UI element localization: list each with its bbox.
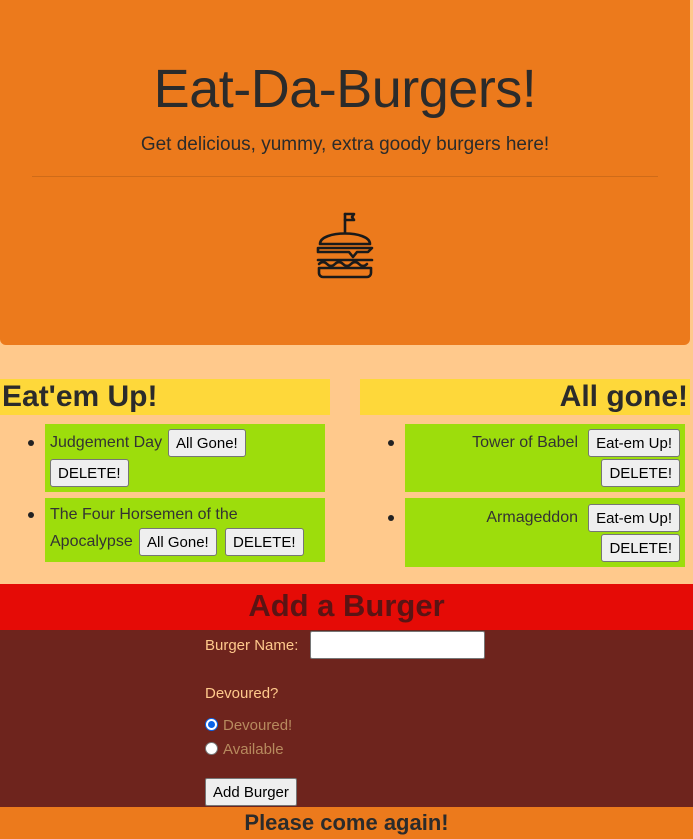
uneaten-heading: Eat'em Up! <box>0 379 330 415</box>
eat-em-up-button[interactable]: Eat-em Up! <box>588 429 680 457</box>
bullet <box>28 440 34 446</box>
delete-button[interactable]: DELETE! <box>601 459 680 487</box>
burger-name-input[interactable] <box>310 631 485 659</box>
burger-name-label: Burger Name: <box>205 637 299 654</box>
list-item: The Four Horsemen of the Apocalypse All … <box>45 498 325 562</box>
burger-name: Judgement Day <box>50 434 163 451</box>
burger-name: Armageddon <box>486 509 578 526</box>
all-gone-button[interactable]: All Gone! <box>168 429 246 457</box>
devoured-label: Devoured? <box>205 685 279 702</box>
burger-name: Tower of Babel <box>472 434 578 451</box>
delete-button[interactable]: DELETE! <box>225 528 304 556</box>
delete-button[interactable]: DELETE! <box>50 459 129 487</box>
bullet <box>28 512 34 518</box>
burger-icon <box>316 212 374 279</box>
devoured-option-label: Devoured! <box>223 717 293 734</box>
bullet <box>388 515 394 521</box>
burger-name: Apocalypse <box>50 533 133 550</box>
footer-text: Please come again! <box>0 807 693 839</box>
available-option-label: Available <box>223 741 284 758</box>
page-subtitle: Get delicious, yummy, extra goody burger… <box>140 134 550 155</box>
list-item: Judgement Day All Gone! DELETE! <box>45 424 325 492</box>
add-burger-button[interactable]: Add Burger <box>205 778 297 806</box>
all-gone-button[interactable]: All Gone! <box>139 528 217 556</box>
bullet <box>388 440 394 446</box>
eaten-heading: All gone! <box>360 379 690 415</box>
eat-em-up-button[interactable]: Eat-em Up! <box>588 504 680 532</box>
delete-button[interactable]: DELETE! <box>601 534 680 562</box>
add-burger-form: Burger Name: Devoured? Devoured! Availab… <box>0 630 693 807</box>
page-title: Eat-Da-Burgers! <box>153 59 537 119</box>
burger-name: The Four Horsemen of the <box>50 506 238 523</box>
divider <box>32 176 658 177</box>
list-item: Tower of Babel Eat-em Up! DELETE! <box>405 424 685 492</box>
add-burger-heading: Add a Burger <box>0 584 693 630</box>
jumbotron: Eat-Da-Burgers! Get delicious, yummy, ex… <box>0 0 690 345</box>
available-radio[interactable] <box>205 742 218 755</box>
list-item: Armageddon Eat-em Up! DELETE! <box>405 498 685 567</box>
devoured-radio[interactable] <box>205 718 218 731</box>
